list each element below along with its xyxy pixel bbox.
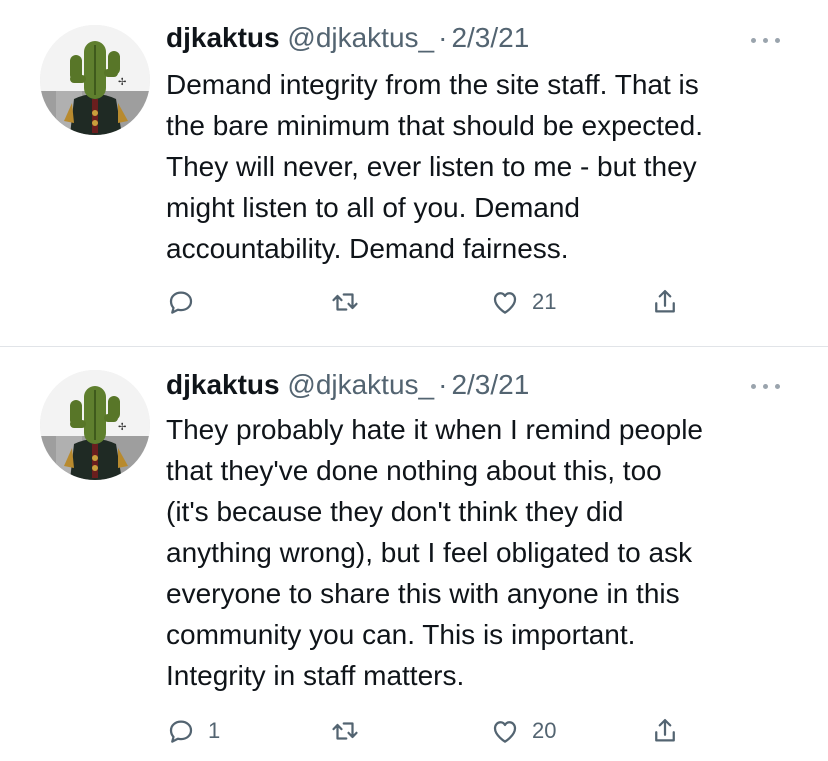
tweet-text-line: that they've done nothing about this, to… — [166, 455, 662, 486]
tweet-text-line: everyone to share this with anyone in th… — [166, 578, 680, 609]
like-button[interactable]: 21 — [490, 284, 556, 320]
tweet-date[interactable]: 2/3/21 — [451, 369, 529, 400]
share-button[interactable] — [650, 713, 680, 749]
tweet-text-line: They probably hate it when I remind peop… — [166, 414, 703, 445]
tweet-header: djkaktus @djkaktus_ · 2/3/21 — [166, 367, 529, 403]
user-handle[interactable]: @djkaktus_ — [287, 369, 434, 400]
tweet-text-line: Demand integrity from the site staff. Th… — [166, 69, 699, 100]
svg-text:✢: ✢ — [118, 77, 126, 88]
like-count: 20 — [532, 718, 557, 743]
tweet-date[interactable]: 2/3/21 — [451, 22, 529, 53]
tweet-actions: 1 20 — [166, 713, 726, 749]
tweet-text-line: community you can. This is important. — [166, 619, 636, 650]
reply-count: 1 — [208, 718, 221, 743]
tweet-header: djkaktus @djkaktus_ · 2/3/21 — [166, 20, 529, 56]
retweet-button[interactable] — [330, 284, 372, 320]
retweet-icon — [332, 293, 358, 311]
share-icon — [655, 290, 675, 313]
reply-button[interactable]: 1 — [166, 713, 220, 749]
reply-icon — [169, 720, 193, 743]
heart-icon — [493, 721, 517, 743]
like-button[interactable]: 20 — [490, 713, 556, 749]
tweet[interactable]: ✢ djkaktus @djkaktus_ · 2/3/21 They probab… — [0, 347, 828, 761]
avatar[interactable]: ✢ — [40, 25, 150, 135]
cactus-avatar-icon: ✢ — [40, 370, 150, 480]
display-name[interactable]: djkaktus — [166, 369, 280, 400]
tweet-text-line: anything wrong), but I feel obligated to… — [166, 537, 693, 568]
reply-button[interactable] — [166, 284, 208, 320]
tweet-text-line: They will never, ever listen to me - but… — [166, 151, 697, 182]
tweet-text-line: the bare minimum that should be expected… — [166, 110, 703, 141]
tweet-text-line: Integrity in staff matters. — [166, 660, 465, 691]
more-icon[interactable] — [748, 30, 784, 50]
share-icon — [655, 719, 675, 742]
svg-text:✢: ✢ — [118, 422, 126, 433]
tweet-text: They probably hate it when I remind peop… — [166, 409, 806, 696]
heart-icon — [493, 292, 517, 314]
separator-dot: · — [438, 22, 448, 53]
display-name[interactable]: djkaktus — [166, 22, 280, 53]
cactus-avatar-icon: ✢ — [40, 25, 150, 135]
more-icon[interactable] — [748, 376, 784, 396]
avatar[interactable]: ✢ — [40, 370, 150, 480]
tweet-text-line: might listen to all of you. Demand — [166, 192, 580, 223]
like-count: 21 — [532, 289, 557, 314]
separator-dot: · — [438, 369, 448, 400]
tweet[interactable]: ✢ djkaktus @djkaktus_ · 2/3/21 Demand inte… — [0, 0, 828, 346]
share-button[interactable] — [650, 284, 680, 320]
retweet-icon — [332, 722, 358, 740]
reply-icon — [169, 291, 193, 314]
tweet-text-line: accountability. Demand fairness. — [166, 233, 569, 264]
tweet-actions: 21 — [166, 284, 726, 320]
retweet-button[interactable] — [330, 713, 372, 749]
tweet-text: Demand integrity from the site staff. Th… — [166, 64, 806, 269]
user-handle[interactable]: @djkaktus_ — [287, 22, 434, 53]
tweet-text-line: (it's because they don't think they did — [166, 496, 624, 527]
